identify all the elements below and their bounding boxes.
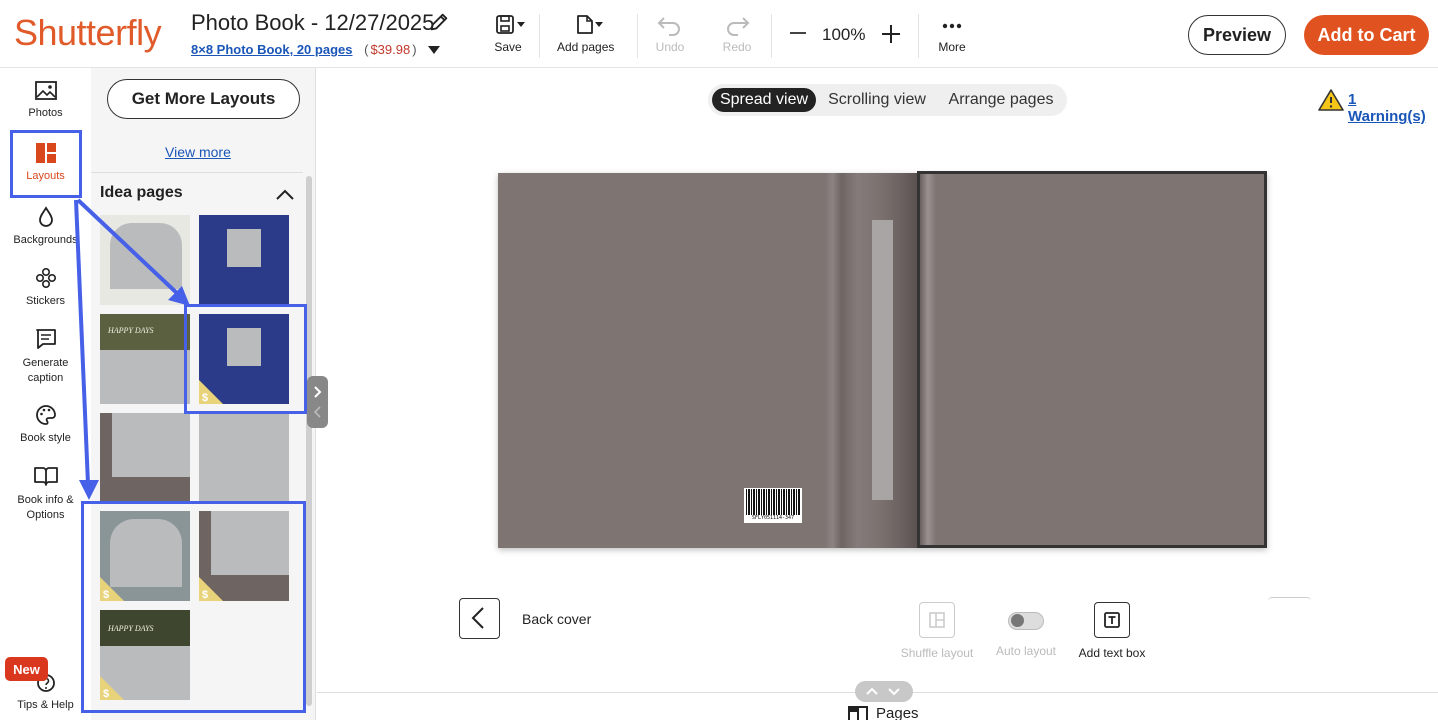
rail-label-book-info: Book info & Options: [17, 494, 74, 521]
shuffle-layout-label: Shuffle layout: [900, 646, 974, 660]
droplet-icon: [38, 206, 53, 227]
preview-button[interactable]: Preview: [1188, 15, 1286, 55]
more-label: More: [938, 40, 966, 54]
chevron-right-icon: [313, 386, 322, 418]
save-label: Save: [494, 40, 522, 54]
tab-scrolling-view[interactable]: Scrolling view: [820, 88, 934, 112]
rail-item-stickers[interactable]: Stickers: [0, 266, 91, 307]
shuffle-layout-icon: [919, 602, 955, 638]
add-pages-label: Add pages: [557, 40, 615, 54]
new-badge: New: [5, 657, 48, 681]
more-button[interactable]: More: [936, 14, 968, 54]
rail-label-photos: Photos: [28, 107, 63, 119]
pages-label[interactable]: Pages: [876, 705, 919, 720]
highlight-premium-layout: [184, 304, 307, 414]
rail-label-stickers: Stickers: [25, 295, 66, 307]
undo-label: Undo: [655, 40, 685, 54]
add-page-icon: [576, 15, 603, 34]
book-icon: [33, 467, 58, 486]
pages-drawer-handle[interactable]: [855, 681, 913, 702]
save-button[interactable]: Save: [490, 14, 526, 54]
more-icon: [942, 23, 962, 29]
layout-thumb-5[interactable]: [100, 413, 190, 503]
panel-divider: [91, 172, 303, 173]
text-box-icon: [1094, 602, 1130, 638]
layout-thumb-2[interactable]: [199, 215, 289, 305]
barcode-text: SFLY051114-347: [751, 515, 795, 521]
zoom-in-icon[interactable]: [879, 22, 903, 46]
redo-button[interactable]: Redo: [721, 14, 753, 54]
zoom-out-icon[interactable]: [787, 22, 809, 44]
toolbar-divider: [918, 14, 919, 58]
save-icon: [496, 15, 525, 34]
toolbar-divider: [637, 14, 638, 58]
caption-icon: [35, 329, 56, 349]
zoom-level: 100%: [822, 25, 866, 44]
book-spine[interactable]: [825, 173, 917, 548]
highlight-premium-group: [81, 501, 306, 713]
get-more-layouts-button[interactable]: Get More Layouts: [107, 79, 300, 119]
toolbar-divider: [539, 14, 540, 58]
redo-label: Redo: [722, 40, 752, 54]
undo-icon: [657, 17, 680, 36]
auto-layout-toggle[interactable]: Auto layout: [990, 602, 1062, 658]
rail-label-book-style: Book style: [20, 432, 71, 444]
panel-collapse-tab[interactable]: [307, 376, 328, 428]
top-header: Shutterfly Photo Book - 12/27/2025 8×8 P…: [0, 0, 1438, 68]
add-pages-button[interactable]: Add pages: [557, 14, 614, 54]
image-icon: [34, 81, 57, 100]
shuffle-layout-button[interactable]: Shuffle layout: [898, 602, 976, 660]
view-more-link[interactable]: View more: [165, 144, 231, 160]
product-link[interactable]: 8×8 Photo Book, 20 pages: [191, 42, 352, 57]
rail-item-photos[interactable]: Photos: [0, 80, 91, 119]
shutterfly-logo[interactable]: Shutterfly: [14, 12, 162, 54]
auto-layout-label: Auto layout: [995, 644, 1057, 658]
barcode: SFLY051114-347: [744, 488, 802, 523]
rail-label-tips-help: Tips & Help: [17, 699, 74, 711]
thumb-text: HAPPY DAYS: [108, 326, 154, 335]
chevron-down-icon[interactable]: [427, 44, 441, 56]
product-info: 8×8 Photo Book, 20 pages ($39.98): [191, 42, 417, 57]
idea-pages-title: Idea pages: [100, 184, 183, 201]
stickers-icon: [35, 267, 56, 289]
highlight-layouts: [10, 130, 82, 198]
redo-icon: [727, 17, 750, 36]
panel-scrollbar[interactable]: [306, 176, 312, 706]
current-page-label: Back cover: [522, 611, 592, 627]
page-thumb-edge: [1268, 597, 1311, 605]
add-text-box-button[interactable]: Add text box: [1074, 602, 1150, 660]
rail-item-backgrounds[interactable]: Backgrounds: [0, 205, 91, 246]
add-text-box-label: Add text box: [1078, 646, 1146, 660]
price-close: ): [412, 42, 417, 57]
chevron-up-icon[interactable]: [274, 186, 296, 202]
add-to-cart-button[interactable]: Add to Cart: [1304, 15, 1429, 55]
warning-icon[interactable]: [1318, 88, 1344, 112]
rail-label-generate-caption: Generate caption: [22, 357, 69, 384]
chevron-left-icon: [471, 607, 484, 629]
layout-thumb-6[interactable]: [199, 413, 289, 503]
rail-item-generate-caption[interactable]: Generate caption: [0, 327, 91, 386]
warnings-link[interactable]: 1 Warning(s): [1348, 91, 1438, 125]
price: $39.98: [370, 42, 411, 57]
tab-arrange-pages[interactable]: Arrange pages: [940, 88, 1062, 112]
project-title[interactable]: Photo Book - 12/27/2025: [191, 10, 434, 36]
auto-layout-switch[interactable]: [1008, 612, 1044, 630]
undo-button[interactable]: Undo: [654, 14, 686, 54]
toolbar-divider: [771, 14, 772, 58]
pencil-icon[interactable]: [428, 11, 450, 33]
rail-item-book-style[interactable]: Book style: [0, 403, 91, 444]
palette-icon: [35, 405, 56, 425]
front-cover-selected[interactable]: [917, 171, 1267, 548]
pages-icon: [848, 706, 868, 720]
rail-item-book-info[interactable]: Book info & Options: [0, 464, 91, 523]
tab-spread-view[interactable]: Spread view: [712, 88, 816, 112]
layout-thumb-3[interactable]: HAPPY DAYS: [100, 314, 190, 404]
price-open: (: [364, 42, 369, 57]
previous-page-button[interactable]: [459, 598, 500, 639]
chevron-up-down-icon: [866, 687, 900, 696]
layout-thumb-1[interactable]: [100, 215, 190, 305]
spine-text-placeholder[interactable]: [872, 220, 893, 500]
rail-label-backgrounds: Backgrounds: [13, 234, 78, 246]
